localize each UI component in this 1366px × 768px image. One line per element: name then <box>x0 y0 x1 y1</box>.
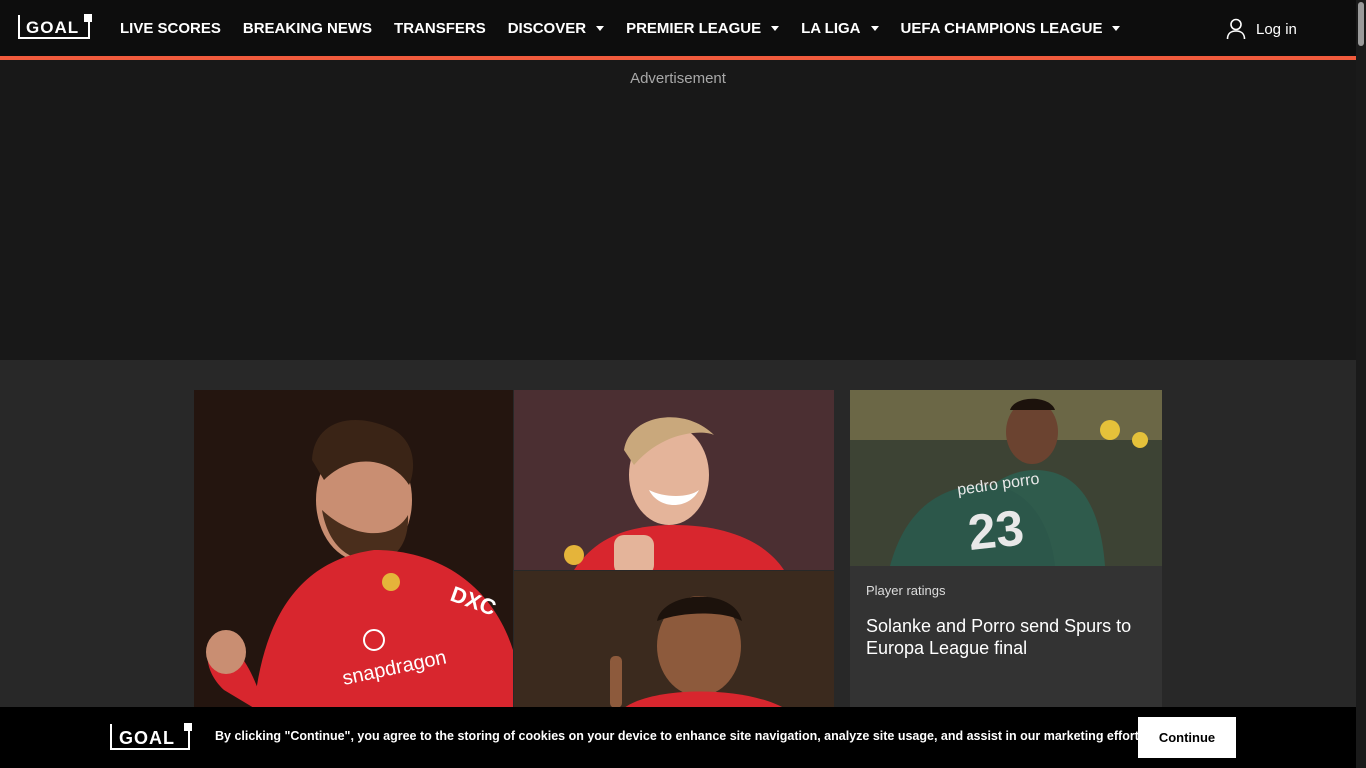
cookie-consent-banner: GOAL By clicking "Continue", you agree t… <box>0 707 1356 768</box>
caret-down-icon <box>870 25 879 31</box>
nav-transfers[interactable]: TRANSFERS <box>394 20 486 37</box>
nav-label: DISCOVER <box>507 19 587 37</box>
hero-photo-bottom-right-illustration <box>514 571 834 708</box>
hero-photo-top-right-illustration <box>514 390 834 570</box>
logo-dot <box>184 723 192 731</box>
article-card-player-ratings[interactable]: pedro porro 23 Player ratings Solanke an… <box>850 390 1162 708</box>
login-label: Log in <box>1256 20 1297 38</box>
nav-label: LIVE SCORES <box>120 19 221 37</box>
user-icon <box>1226 18 1246 40</box>
article-card-illustration: pedro porro 23 <box>850 390 1162 566</box>
nav-live-scores[interactable]: LIVE SCORES <box>120 20 221 37</box>
nav-label: UEFA CHAMPIONS LEAGUE <box>900 19 1103 37</box>
nav-la-liga[interactable]: LA LIGA <box>801 19 879 37</box>
article-title[interactable]: Solanke and Porro send Spurs to Europa L… <box>866 615 1151 659</box>
scrollbar-thumb[interactable] <box>1358 2 1364 46</box>
hero-photo-player-laughing[interactable] <box>514 390 834 570</box>
jersey-number: 23 <box>965 499 1026 561</box>
login-button[interactable]: Log in <box>1226 18 1297 40</box>
nav-breaking-news[interactable]: BREAKING NEWS <box>243 20 372 37</box>
nav-label: TRANSFERS <box>394 19 486 37</box>
advertisement-slot: Advertisement <box>0 60 1356 360</box>
nav-links: LIVE SCORES BREAKING NEWS TRANSFERS DISC… <box>120 0 1142 56</box>
nav-label: BREAKING NEWS <box>242 19 373 37</box>
logo-text: GOAL <box>26 18 80 37</box>
hero-photo-player-celebrating[interactable]: DXC snapdragon <box>194 390 513 708</box>
caret-down-icon <box>1112 25 1121 31</box>
page-scrollbar[interactable] <box>1356 0 1366 768</box>
article-card-image[interactable]: pedro porro 23 <box>850 390 1162 566</box>
article-category: Player ratings <box>866 583 946 598</box>
hero-photo-player-pointing[interactable] <box>514 571 834 708</box>
nav-label: PREMIER LEAGUE <box>626 19 762 37</box>
logo-text: GOAL <box>119 728 175 748</box>
nav-premier-league[interactable]: PREMIER LEAGUE <box>626 19 780 37</box>
caret-down-icon <box>596 25 605 31</box>
nav-label: LA LIGA <box>801 19 861 37</box>
top-navigation: GOAL LIVE SCORES BREAKING NEWS TRANSFERS… <box>0 0 1356 60</box>
continue-button[interactable]: Continue <box>1138 717 1236 758</box>
cookie-banner-logo: GOAL <box>110 723 192 752</box>
cookie-message: By clicking "Continue", you agree to the… <box>215 729 1150 743</box>
nav-uefa-champions-league[interactable]: UEFA CHAMPIONS LEAGUE <box>901 20 1121 37</box>
caret-down-icon <box>771 25 780 31</box>
logo-dot <box>84 14 92 22</box>
hero-photo-left-illustration: DXC snapdragon <box>194 390 513 708</box>
nav-discover[interactable]: DISCOVER <box>507 19 605 37</box>
goal-logo[interactable]: GOAL <box>18 14 92 41</box>
hero-collage: DXC snapdragon <box>194 390 834 708</box>
advertisement-label: Advertisement <box>630 70 726 87</box>
